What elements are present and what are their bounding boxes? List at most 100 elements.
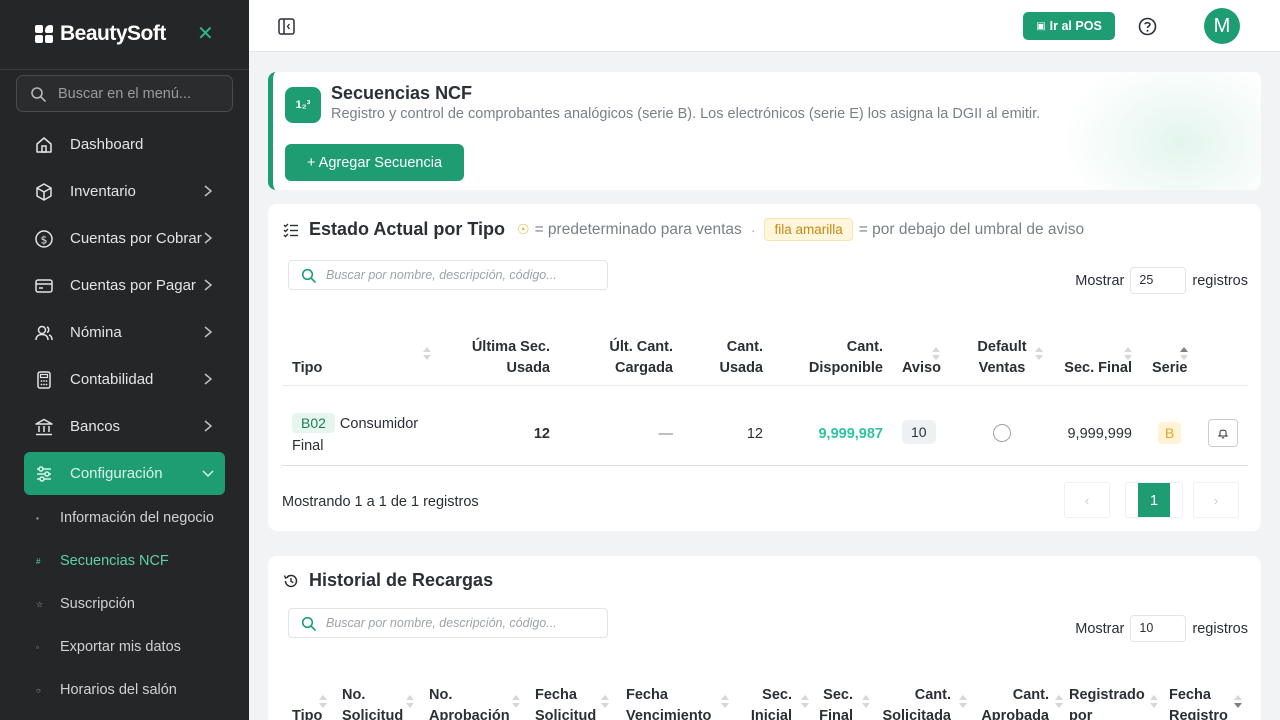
search-placeholder: Buscar por nombre, descripción, código..… <box>326 616 557 630</box>
col-header-line: Sec. <box>762 687 792 703</box>
pager-page-1-button[interactable]: 1 <box>1138 483 1170 517</box>
sidebar-subitem-informacion-negocio[interactable]: ▪ Información del negocio <box>36 508 236 530</box>
col-header-fecha-solicitud[interactable]: Fecha Solicitud <box>535 685 596 720</box>
list-check-icon <box>283 223 298 237</box>
sort-asc-icon[interactable] <box>1180 347 1188 361</box>
col-header-line: Solicitud <box>342 708 404 720</box>
cell-tipo: B02 Consumidor <box>292 413 418 433</box>
col-header-line: Registrado <box>1069 687 1145 703</box>
col-header-tipo[interactable]: Tipo <box>292 358 322 379</box>
sidebar-item-nomina[interactable]: Nómina <box>24 311 225 354</box>
brand-logo-icon <box>35 25 54 43</box>
sidebar-toggle-icon[interactable] <box>278 18 295 35</box>
sort-desc-icon[interactable] <box>1234 695 1242 709</box>
chevron-down-icon <box>202 470 214 478</box>
col-header-line: Cant. <box>1012 687 1049 703</box>
col-header-cant-usada[interactable]: Cant. Usada <box>688 337 763 379</box>
sidebar-subitem-label: Secuencias NCF <box>60 553 169 569</box>
col-header-cant-disponible[interactable]: Cant. Disponible <box>783 337 883 379</box>
col-header-line: Registro <box>1169 708 1228 720</box>
col-header-no-aprobacion[interactable]: No. Aprobación <box>429 685 510 720</box>
col-header-default-ventas[interactable]: Default Ventas <box>968 337 1036 379</box>
col-header-tipo[interactable]: Tipo <box>292 706 322 720</box>
card-title: Historial de Recargas <box>309 570 494 590</box>
col-header-line: Últ. Cant. <box>609 339 673 355</box>
col-header-no-solicitud[interactable]: No. Solicitud <box>342 685 403 720</box>
sort-icon[interactable] <box>1055 695 1063 709</box>
cash-icon: ▣ <box>1036 20 1046 32</box>
sort-icon[interactable] <box>1124 347 1132 361</box>
sidebar-subitem-horarios-salon[interactable]: ○ Horarios del salón <box>36 680 236 702</box>
col-header-ultima-sec[interactable]: Última Sec. Usada <box>450 337 550 379</box>
page-size-input[interactable]: 10 <box>1130 615 1187 642</box>
sort-icon[interactable] <box>406 695 414 709</box>
col-header-aviso[interactable]: Aviso <box>902 358 941 379</box>
menu-search-input[interactable]: Buscar en el menú... <box>16 75 233 112</box>
sort-icon[interactable] <box>319 695 327 709</box>
sidebar-item-contabilidad[interactable]: Contabilidad <box>24 358 225 401</box>
sidebar-subitem-exportar-datos[interactable]: ▫ Exportar mis datos <box>36 637 236 659</box>
pager-prev-button[interactable]: ‹ <box>1064 482 1110 518</box>
sidebar: BeautySoft ✕ Buscar en el menú... Dashbo… <box>0 0 249 720</box>
sidebar-item-label: Cuentas por Pagar <box>70 277 196 294</box>
sort-icon[interactable] <box>601 695 609 709</box>
col-header-sec-final[interactable]: Sec. Final <box>1048 358 1132 379</box>
col-header-cant-aprobada[interactable]: Cant. Aprobada <box>973 685 1049 720</box>
sort-icon[interactable] <box>721 695 729 709</box>
add-sequence-button[interactable]: + Agregar Secuencia <box>285 144 464 181</box>
legend-separator: · <box>750 221 756 238</box>
col-header-sec-inicial[interactable]: Sec. Inicial <box>738 685 792 720</box>
sort-icon[interactable] <box>801 695 809 709</box>
sidebar-item-cuentas-por-pagar[interactable]: Cuentas por Pagar <box>24 264 225 307</box>
col-header-fecha-registro[interactable]: Fecha Registro <box>1169 685 1228 720</box>
help-icon[interactable] <box>1138 17 1157 36</box>
database-icon: ▫ <box>36 643 39 652</box>
col-header-ult-cant[interactable]: Últ. Cant. Cargada <box>578 337 673 379</box>
col-header-line: Final <box>819 708 853 720</box>
col-header-line: Solicitada <box>882 708 952 720</box>
sidebar-subitem-suscripcion[interactable]: ☆ Suscripción <box>36 594 236 616</box>
status-table-search-input[interactable]: Buscar por nombre, descripción, código..… <box>288 260 608 290</box>
calculator-icon <box>37 371 51 389</box>
search-placeholder: Buscar por nombre, descripción, código..… <box>326 268 557 282</box>
user-avatar[interactable]: M <box>1204 8 1240 44</box>
table-header-divider <box>282 385 1248 386</box>
brand[interactable]: BeautySoft <box>35 20 166 48</box>
cell-cant-usada: 12 <box>746 426 763 442</box>
col-header-cant-solicitada[interactable]: Cant. Solicitada <box>873 685 952 720</box>
col-header-sec-final[interactable]: Sec. Final <box>813 685 853 720</box>
bullet-icon: ▪ <box>36 514 39 523</box>
pager-next-button[interactable]: › <box>1193 482 1239 518</box>
sort-icon[interactable] <box>862 695 870 709</box>
sidebar-item-cuentas-por-cobrar[interactable]: $ Cuentas por Cobrar <box>24 217 225 260</box>
close-sidebar-icon[interactable]: ✕ <box>197 22 214 46</box>
legend-default-text: = predeterminado para ventas <box>534 220 742 238</box>
sort-icon[interactable] <box>932 347 940 361</box>
sort-icon[interactable] <box>959 695 967 709</box>
sort-icon[interactable] <box>512 695 520 709</box>
default-ventas-radio[interactable] <box>993 424 1011 442</box>
sidebar-item-configuracion[interactable]: Configuración <box>24 452 225 495</box>
card-title: Estado Actual por Tipo <box>309 219 506 239</box>
history-table-search-input[interactable]: Buscar por nombre, descripción, código..… <box>288 608 608 638</box>
sidebar-item-dashboard[interactable]: Dashboard <box>24 123 225 166</box>
sort-icon[interactable] <box>1150 695 1158 709</box>
alert-settings-button[interactable] <box>1208 419 1238 447</box>
go-to-pos-button[interactable]: ▣ Ir al POS <box>1023 12 1115 40</box>
cell-cant-disponible: 9,999,987 <box>818 426 883 442</box>
sidebar-item-bancos[interactable]: Bancos <box>24 405 225 448</box>
col-header-line: No. <box>429 687 453 703</box>
chevron-right-icon <box>204 420 213 432</box>
page-size-input[interactable]: 25 <box>1130 267 1187 294</box>
sidebar-item-inventario[interactable]: Inventario <box>24 170 225 213</box>
sort-icon[interactable] <box>1035 347 1043 361</box>
clock-icon: ○ <box>36 686 41 695</box>
col-header-fecha-vencimiento[interactable]: Fecha Vencimiento <box>626 685 711 720</box>
current-status-card: Estado Actual por Tipo ☉ = predeterminad… <box>268 204 1261 531</box>
sort-icon[interactable] <box>423 347 431 361</box>
ncf-code-badge: B02 <box>292 413 335 433</box>
sidebar-subitem-secuencias-ncf[interactable]: # Secuencias NCF <box>36 551 236 573</box>
col-header-registrado-por[interactable]: Registrado por <box>1069 685 1145 720</box>
col-header-line: Cant. <box>914 687 951 703</box>
col-header-serie[interactable]: Serie <box>1152 358 1187 379</box>
